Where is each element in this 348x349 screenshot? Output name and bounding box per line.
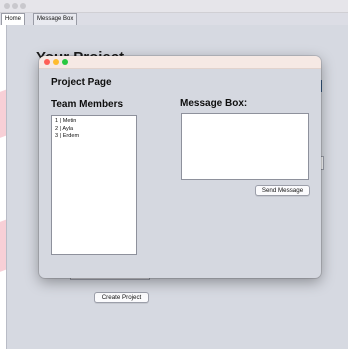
member-number: 2 [55, 125, 59, 132]
list-item[interactable]: 1 | Metin [52, 118, 136, 126]
project-page-dialog: Project Page Team Members Message Box: 1… [39, 56, 321, 278]
message-textarea[interactable] [181, 113, 309, 180]
message-box-label: Message Box: [180, 98, 248, 109]
member-name: Metin [62, 118, 77, 124]
send-message-button[interactable]: Send Message [255, 185, 310, 196]
create-project-button[interactable]: Create Project [94, 292, 149, 303]
project-page-title: Project Page [51, 77, 112, 88]
minimize-dialog-icon[interactable] [53, 59, 59, 65]
team-members-label: Team Members [51, 99, 124, 110]
close-dialog-icon[interactable] [44, 59, 50, 65]
zoom-dialog-icon[interactable] [62, 59, 68, 65]
minimize-window-icon[interactable] [12, 3, 18, 9]
main-window-titlebar [0, 0, 348, 13]
tab-message-box[interactable]: Message Box [33, 13, 78, 25]
tab-home[interactable]: Home [1, 13, 26, 25]
team-members-list[interactable]: 1 | Metin 2 | Ayla 3 | Erdem [51, 115, 137, 255]
member-name: Ayla [62, 125, 74, 132]
member-name: Erdem [62, 133, 80, 139]
dialog-titlebar [39, 56, 321, 69]
member-number: 1 [55, 118, 59, 124]
zoom-window-icon[interactable] [20, 3, 26, 9]
tab-bar: Home Message Box [0, 13, 348, 25]
list-item[interactable]: 3 | Erdem [52, 133, 136, 141]
member-number: 3 [55, 133, 59, 139]
close-window-icon[interactable] [4, 3, 10, 9]
list-item[interactable]: 2 | Ayla [52, 126, 136, 134]
